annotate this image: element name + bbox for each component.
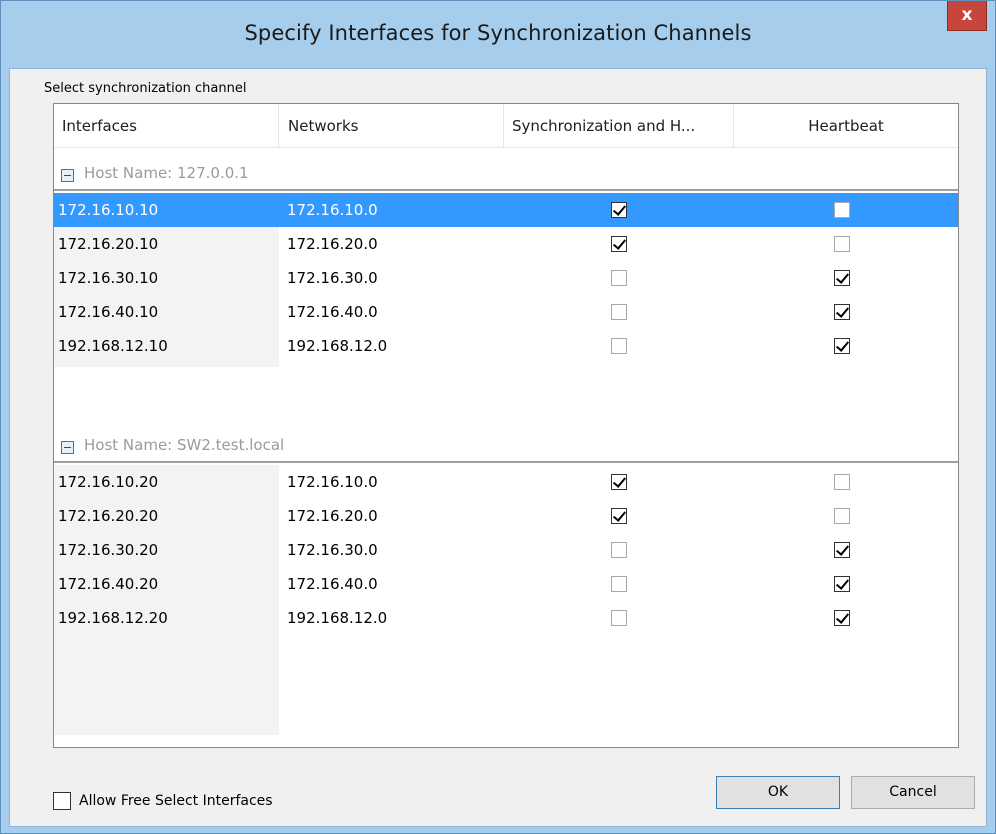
title-bar: Specify Interfaces for Synchronization C… (1, 1, 995, 67)
sync-checkbox[interactable] (611, 236, 627, 252)
interfaces-column-filler (54, 363, 279, 367)
table-row[interactable]: 172.16.20.10 172.16.20.0 (54, 227, 958, 261)
sync-cell (504, 329, 734, 363)
sync-cell (504, 193, 734, 227)
heartbeat-cell (734, 533, 958, 567)
interface-cell: 172.16.20.10 (54, 227, 279, 261)
sync-cell (504, 295, 734, 329)
table-row[interactable]: 192.168.12.20 192.168.12.0 (54, 601, 958, 635)
heartbeat-cell (734, 329, 958, 363)
heartbeat-checkbox[interactable] (834, 270, 850, 286)
table-row[interactable]: 172.16.40.20 172.16.40.0 (54, 567, 958, 601)
table-row[interactable]: 172.16.40.10 172.16.40.0 (54, 295, 958, 329)
table-row[interactable]: 172.16.30.20 172.16.30.0 (54, 533, 958, 567)
interface-cell: 172.16.10.10 (54, 193, 279, 227)
heartbeat-cell (734, 601, 958, 635)
interface-cell: 192.168.12.20 (54, 601, 279, 635)
sync-cell (504, 499, 734, 533)
collapse-toggle-icon[interactable] (61, 441, 74, 454)
table-row[interactable]: 172.16.20.20 172.16.20.0 (54, 499, 958, 533)
sync-checkbox[interactable] (611, 474, 627, 490)
heartbeat-cell (734, 465, 958, 499)
free-select-label: Allow Free Select Interfaces (79, 793, 273, 809)
host-group-title: Host Name: 127.0.0.1 (84, 164, 249, 182)
heartbeat-checkbox[interactable] (834, 236, 850, 252)
close-button[interactable]: x (947, 1, 987, 31)
collapse-toggle-icon[interactable] (61, 169, 74, 182)
network-cell: 172.16.30.0 (287, 269, 378, 287)
interfaces-grid[interactable]: Interfaces Networks Synchronization and … (53, 103, 959, 748)
sync-checkbox[interactable] (611, 338, 627, 354)
interface-cell: 172.16.30.10 (54, 261, 279, 295)
sync-cell (504, 533, 734, 567)
sync-cell (504, 601, 734, 635)
sync-cell (504, 465, 734, 499)
section-label: Select synchronization channel (44, 81, 247, 96)
sync-checkbox[interactable] (611, 304, 627, 320)
sync-cell (504, 261, 734, 295)
network-cell: 192.168.12.0 (287, 337, 388, 355)
table-row[interactable]: 172.16.10.20 172.16.10.0 (54, 465, 958, 499)
sync-cell (504, 567, 734, 601)
heartbeat-checkbox[interactable] (834, 542, 850, 558)
heartbeat-checkbox[interactable] (834, 202, 850, 218)
interface-cell: 172.16.20.20 (54, 499, 279, 533)
dialog-window: Specify Interfaces for Synchronization C… (0, 0, 996, 834)
heartbeat-checkbox[interactable] (834, 576, 850, 592)
network-cell: 172.16.30.0 (287, 541, 378, 559)
column-header-heartbeat[interactable]: Heartbeat (734, 104, 958, 148)
network-cell: 172.16.10.0 (279, 193, 504, 227)
heartbeat-checkbox[interactable] (834, 338, 850, 354)
cancel-button[interactable]: Cancel (851, 776, 975, 809)
network-cell: 172.16.10.0 (287, 473, 378, 491)
column-header-networks[interactable]: Networks (279, 104, 504, 148)
network-cell: 172.16.20.0 (287, 507, 378, 525)
interface-cell: 172.16.40.10 (54, 295, 279, 329)
interfaces-column-filler (54, 635, 279, 735)
heartbeat-checkbox[interactable] (834, 508, 850, 524)
network-cell: 172.16.20.0 (287, 235, 378, 253)
sync-checkbox[interactable] (611, 270, 627, 286)
host-group-header[interactable]: Host Name: 127.0.0.1 (54, 157, 958, 191)
free-select-checkbox[interactable] (53, 792, 71, 810)
sync-cell (504, 227, 734, 261)
grid-header: Interfaces Networks Synchronization and … (54, 104, 958, 148)
table-row[interactable]: 172.16.30.10 172.16.30.0 (54, 261, 958, 295)
interface-cell: 172.16.30.20 (54, 533, 279, 567)
column-header-sync[interactable]: Synchronization and H... (504, 104, 734, 148)
network-cell: 172.16.40.0 (287, 303, 378, 321)
table-row[interactable]: 172.16.10.10 172.16.10.0 (54, 193, 958, 227)
network-cell: 192.168.12.0 (287, 609, 388, 627)
interface-cell: 172.16.40.20 (54, 567, 279, 601)
sync-checkbox[interactable] (611, 576, 627, 592)
heartbeat-cell (734, 261, 958, 295)
heartbeat-cell (734, 193, 958, 227)
heartbeat-cell (734, 567, 958, 601)
network-cell: 172.16.40.0 (287, 575, 378, 593)
interface-cell: 172.16.10.20 (54, 465, 279, 499)
sync-checkbox[interactable] (611, 508, 627, 524)
sync-checkbox[interactable] (611, 542, 627, 558)
ok-button[interactable]: OK (716, 776, 840, 809)
table-row[interactable]: 192.168.12.10 192.168.12.0 (54, 329, 958, 363)
dialog-title: Specify Interfaces for Synchronization C… (244, 21, 752, 45)
sync-checkbox[interactable] (611, 202, 627, 218)
column-header-interfaces[interactable]: Interfaces (54, 104, 279, 148)
host-group-title: Host Name: SW2.test.local (84, 436, 285, 454)
heartbeat-cell (734, 499, 958, 533)
host-group-header[interactable]: Host Name: SW2.test.local (54, 429, 958, 463)
interface-cell: 192.168.12.10 (54, 329, 279, 363)
heartbeat-cell (734, 227, 958, 261)
heartbeat-cell (734, 295, 958, 329)
heartbeat-checkbox[interactable] (834, 610, 850, 626)
heartbeat-checkbox[interactable] (834, 474, 850, 490)
sync-checkbox[interactable] (611, 610, 627, 626)
heartbeat-checkbox[interactable] (834, 304, 850, 320)
